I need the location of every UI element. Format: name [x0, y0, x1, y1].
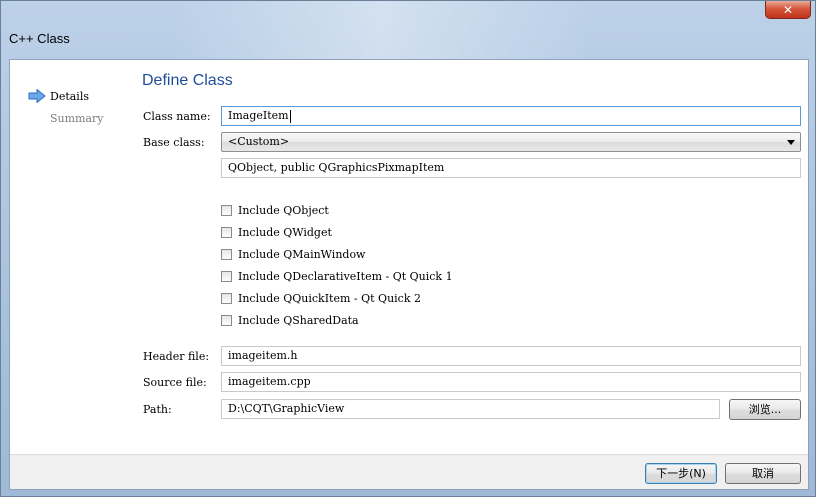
- checkbox-box[interactable]: [221, 204, 232, 216]
- checkbox-box[interactable]: [221, 314, 232, 326]
- checkbox-box[interactable]: [221, 248, 232, 260]
- checkbox-label: Include QSharedData: [238, 313, 359, 327]
- source-file-input[interactable]: imageitem.cpp: [221, 372, 801, 392]
- class-name-label: Class name:: [143, 110, 211, 123]
- window-title: C++ Class: [9, 31, 70, 46]
- include-qobject-checkbox[interactable]: Include QObject: [221, 202, 329, 218]
- checkbox-label: Include QObject: [238, 203, 329, 217]
- checkbox-box[interactable]: [221, 270, 232, 282]
- page-title: Define Class: [142, 72, 233, 89]
- header-file-input[interactable]: imageitem.h: [221, 346, 801, 366]
- include-qshareddata-checkbox[interactable]: Include QSharedData: [221, 312, 359, 328]
- path-input[interactable]: D:\CQT\GraphicView: [221, 399, 720, 419]
- checkbox-box[interactable]: [221, 226, 232, 238]
- base-class-selected: <Custom>: [228, 135, 290, 148]
- wizard-page: Details Summary Define Class Class name:…: [10, 60, 808, 455]
- checkbox-label: Include QMainWindow: [238, 247, 366, 261]
- titlebar-background: [171, 1, 591, 61]
- include-qdeclarativeitem-checkbox[interactable]: Include QDeclarativeItem - Qt Quick 1: [221, 268, 453, 284]
- include-qmainwindow-checkbox[interactable]: Include QMainWindow: [221, 246, 365, 262]
- current-step-arrow-icon: [28, 89, 46, 103]
- dialog-window: C++ Class ✕ Details Summary Define Class…: [0, 0, 816, 497]
- base-class-label: Base class:: [143, 136, 205, 149]
- next-button[interactable]: 下一步(N): [645, 463, 717, 484]
- dialog-client-area: Details Summary Define Class Class name:…: [9, 59, 809, 490]
- header-file-label: Header file:: [143, 350, 210, 363]
- class-name-value: ImageItem: [228, 109, 289, 122]
- cancel-button[interactable]: 取消: [725, 463, 801, 484]
- step-details: Details: [50, 90, 89, 103]
- source-file-label: Source file:: [143, 376, 207, 389]
- checkbox-label: Include QQuickItem - Qt Quick 2: [238, 291, 421, 305]
- browse-button[interactable]: 浏览...: [729, 399, 801, 420]
- step-summary: Summary: [50, 112, 104, 125]
- checkbox-label: Include QWidget: [238, 225, 332, 239]
- include-qwidget-checkbox[interactable]: Include QWidget: [221, 224, 332, 240]
- text-caret: [289, 109, 291, 123]
- close-button[interactable]: ✕: [765, 1, 811, 19]
- checkbox-label: Include QDeclarativeItem - Qt Quick 1: [238, 269, 453, 283]
- chevron-down-icon: [787, 140, 795, 145]
- class-name-input[interactable]: ImageItem: [221, 106, 801, 126]
- close-icon: ✕: [782, 2, 794, 17]
- checkbox-box[interactable]: [221, 292, 232, 304]
- custom-base-class-input[interactable]: QObject, public QGraphicsPixmapItem: [221, 158, 801, 178]
- path-label: Path:: [143, 403, 172, 416]
- include-qquickitem-checkbox[interactable]: Include QQuickItem - Qt Quick 2: [221, 290, 421, 306]
- base-class-select[interactable]: <Custom>: [221, 132, 801, 152]
